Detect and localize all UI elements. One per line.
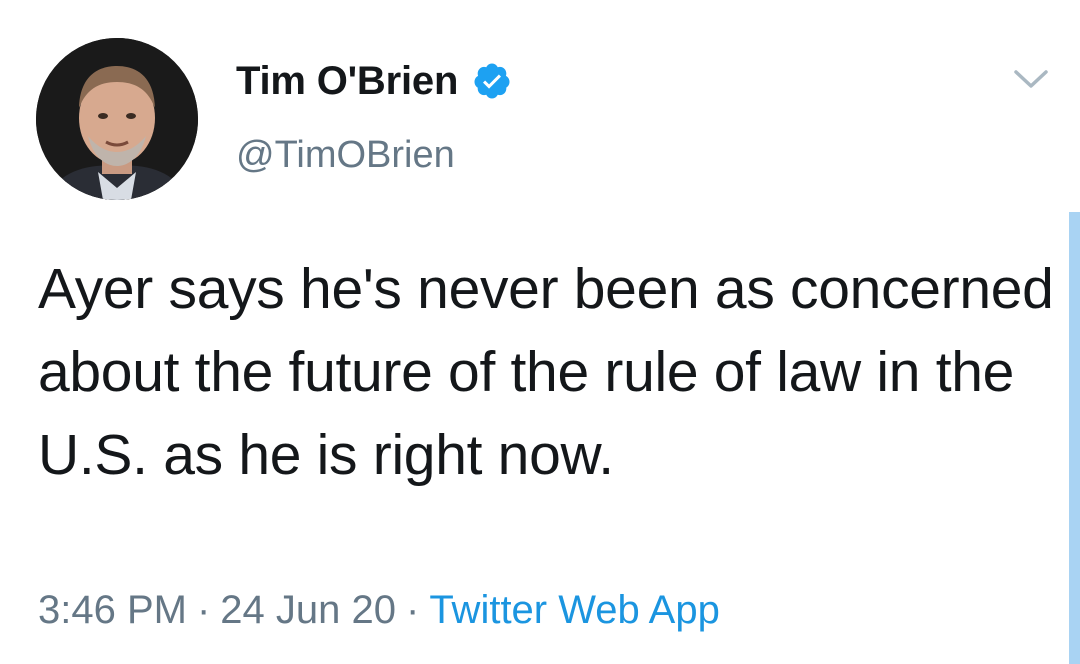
author-name-row: Tim O'Brien [236,56,512,106]
tweet-meta: 3:46 PM · 24 Jun 20 · Twitter Web App [38,588,720,633]
scrollbar[interactable] [1069,212,1080,664]
avatar-photo [36,38,198,200]
tweet-card: Tim O'Brien @TimOBrien Ayer says he's ne… [0,0,1080,664]
verified-badge-icon [472,61,512,101]
author-handle[interactable]: @TimOBrien [236,134,455,177]
tweet-time[interactable]: 3:46 PM [38,588,187,632]
meta-separator: · [406,588,420,632]
tweet-source-link[interactable]: Twitter Web App [429,588,720,632]
tweet-text: Ayer says he's never been as concerned a… [38,257,1054,487]
author-name[interactable]: Tim O'Brien [236,59,458,104]
meta-separator: · [196,588,211,632]
tweet-date[interactable]: 24 Jun 20 [220,588,396,632]
chevron-down-icon[interactable] [1008,62,1054,96]
avatar[interactable] [36,38,198,200]
